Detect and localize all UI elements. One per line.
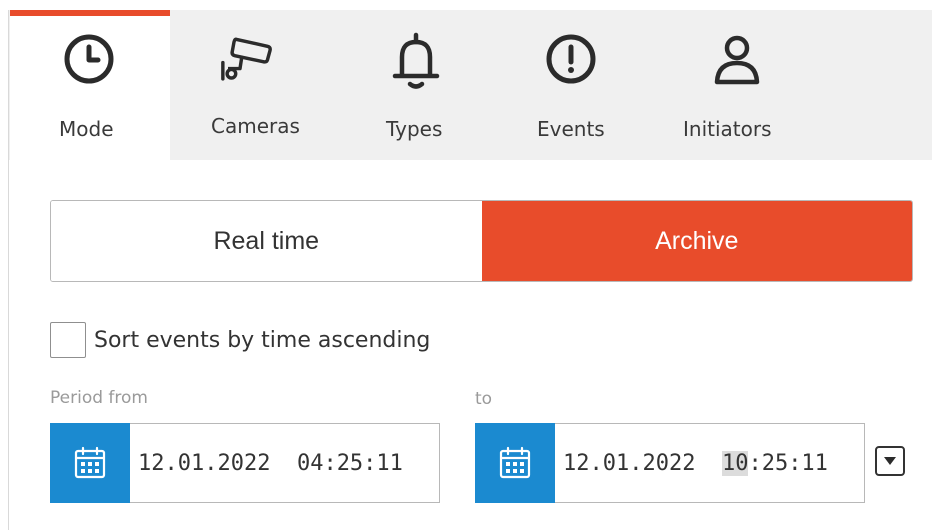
archive-button[interactable]: Archive — [481, 201, 912, 281]
tab-label: Initiators — [683, 117, 772, 141]
sort-checkbox-label[interactable]: Sort events by time ascending — [94, 328, 430, 353]
mode-toggle: Real time Archive — [50, 200, 913, 282]
bell-icon — [386, 30, 446, 90]
calendar-icon — [74, 446, 106, 478]
user-icon — [707, 30, 767, 90]
from-time: 04:25:11 — [296, 450, 403, 476]
calendar-icon — [499, 446, 531, 478]
to-time-hour: 10 — [721, 450, 749, 476]
tab-label: Cameras — [211, 114, 300, 138]
tab-mode[interactable]: Mode — [10, 10, 170, 160]
camera-icon — [216, 30, 276, 90]
sort-checkbox[interactable] — [50, 322, 86, 358]
period-from-field[interactable]: 12.01.2022 04:25:11 — [50, 422, 440, 503]
tab-initiators[interactable]: Initiators — [652, 10, 812, 160]
tab-bar: Mode Cameras Types Events Initiators — [9, 10, 932, 160]
tab-events[interactable]: Events — [491, 10, 651, 160]
period-from-label: Period from — [50, 388, 148, 408]
realtime-button[interactable]: Real time — [51, 201, 482, 281]
dropdown-button[interactable] — [875, 446, 905, 476]
to-date: 12.01.2022 — [563, 450, 696, 476]
chevron-down-icon — [884, 457, 896, 465]
alert-icon — [541, 30, 601, 90]
to-time-rest: :25:11 — [748, 450, 828, 476]
clock-icon — [59, 30, 119, 90]
tab-label: Events — [537, 117, 605, 141]
period-to-field[interactable]: 12.01.2022 10:25:11 — [475, 422, 865, 503]
filter-panel: Mode Cameras Types Events Initiators Rea… — [8, 10, 932, 530]
period-to-value[interactable]: 12.01.2022 10:25:11 — [563, 450, 828, 476]
tab-label: Types — [386, 117, 443, 141]
period-to-label: to — [475, 389, 493, 409]
tab-cameras[interactable]: Cameras — [181, 10, 341, 160]
calendar-button[interactable] — [50, 422, 130, 503]
from-date: 12.01.2022 — [138, 450, 271, 476]
tab-label: Mode — [59, 117, 114, 141]
sort-option: Sort events by time ascending — [50, 322, 430, 358]
period-from-value[interactable]: 12.01.2022 04:25:11 — [138, 451, 403, 476]
tab-types[interactable]: Types — [334, 10, 494, 160]
calendar-button[interactable] — [475, 422, 555, 503]
